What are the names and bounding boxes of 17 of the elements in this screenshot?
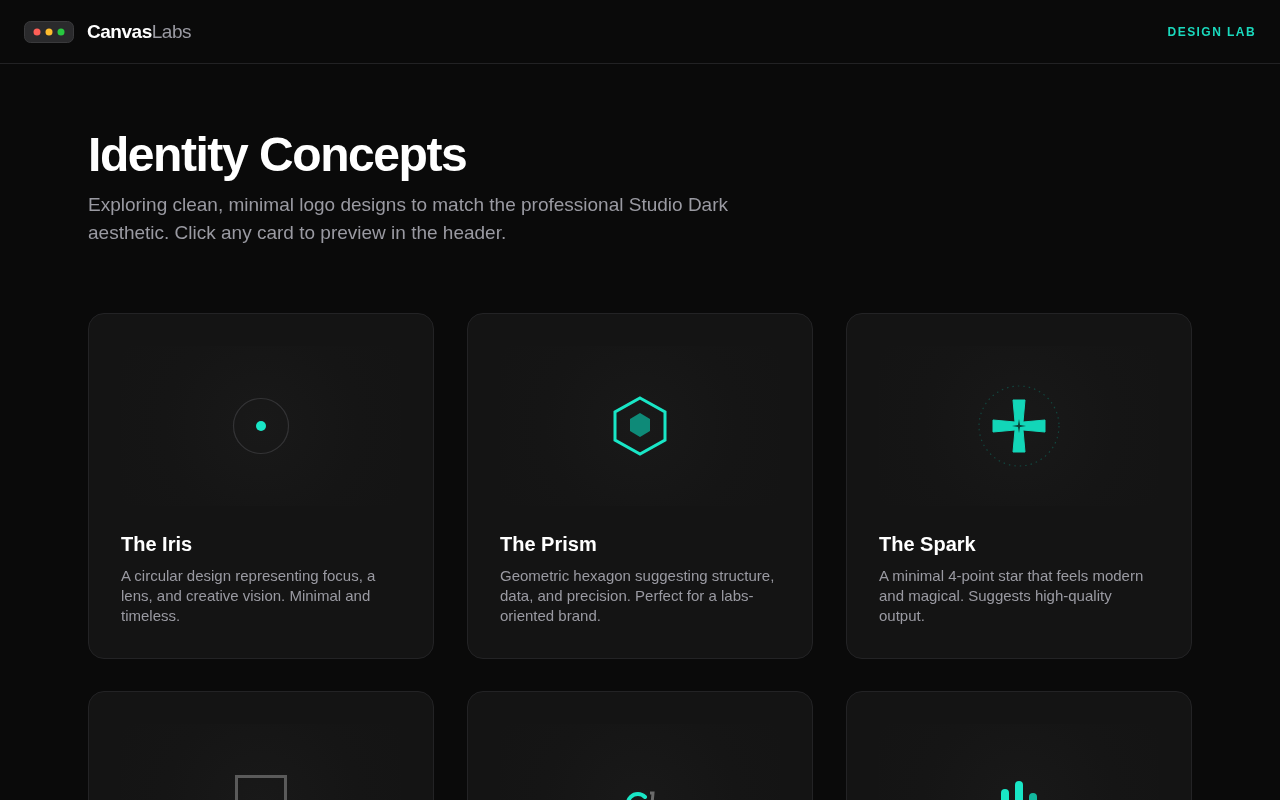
page-subtitle: Exploring clean, minimal logo designs to match the professional Studio Dark aesthetic. Click any card to preview in the header.: [88, 193, 729, 245]
brand-name: CanvasLabs: [87, 19, 192, 44]
card-title: The Iris: [121, 532, 194, 557]
window-dots-icon: [24, 20, 74, 43]
card-title: The Spark: [879, 532, 977, 557]
sparkle-icon: [977, 384, 1061, 468]
concept-card[interactable]: The Prism Geometric hexagon suggesting structure, data, and precision. Perfect for a labs-oriented brand.: [467, 313, 813, 659]
design-lab-link[interactable]: DESIGN LAB: [1167, 23, 1256, 40]
concept-card[interactable]: The Iris A circular design representing focus, a lens, and creative vision. Minimal and timeless.: [88, 313, 434, 659]
concept-card[interactable]: The Spark A minimal 4-point star that feels modern and magical. Suggests high-quality output.: [846, 313, 1192, 659]
card-description: A minimal 4-point star that feels modern and magical. Suggests high-quality output.: [879, 566, 1145, 626]
card-title: The Prism: [500, 532, 598, 557]
card-description: A circular design representing focus, a lens, and creative vision. Minimal and timeless.: [121, 566, 377, 626]
page-title: Identity Concepts: [88, 128, 468, 181]
ring-dot-icon: [232, 397, 290, 455]
card-description: Geometric hexagon suggesting structure, data, and precision. Perfect for a labs-oriented brand.: [500, 566, 776, 626]
hexagon-icon: [613, 396, 667, 456]
